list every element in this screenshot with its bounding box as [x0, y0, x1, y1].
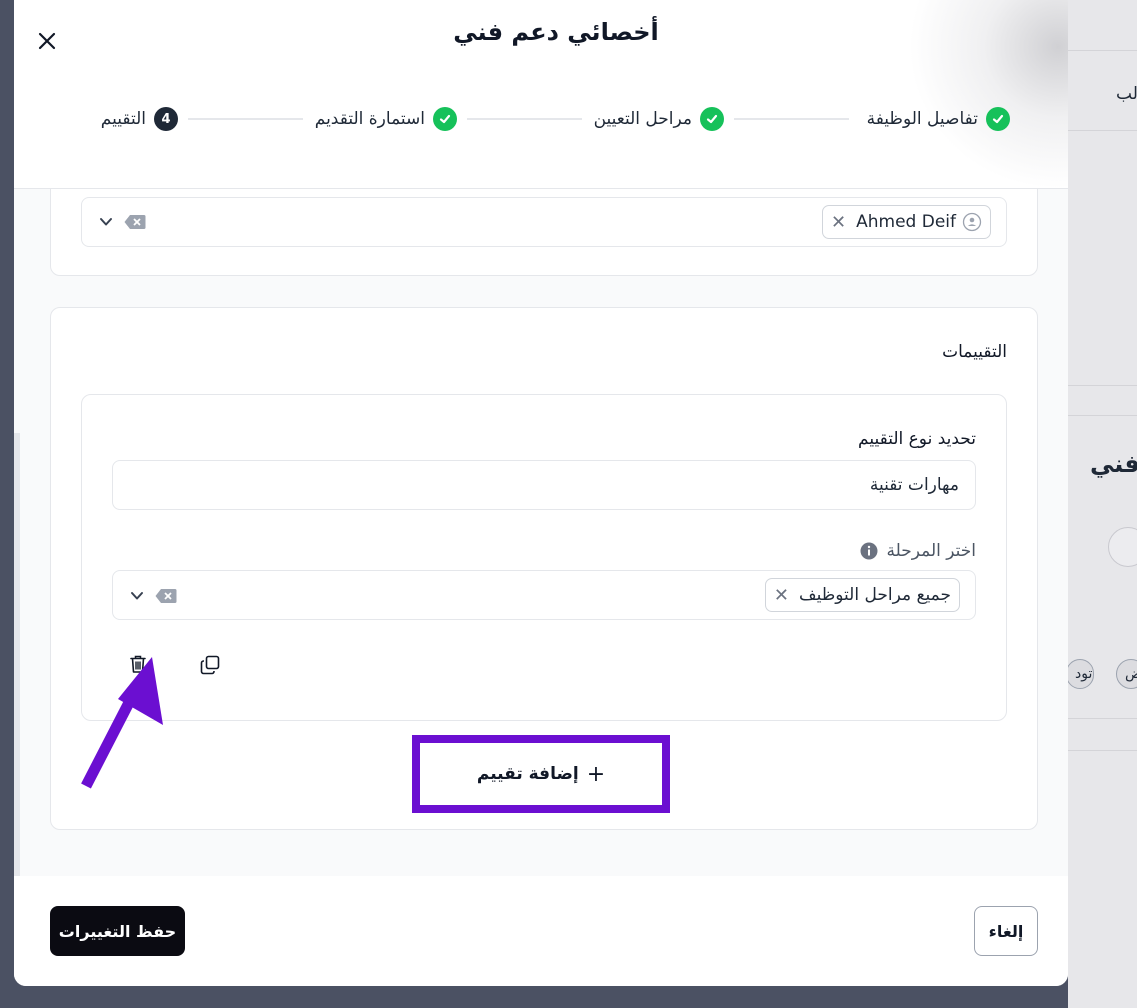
interviewers-card: Ahmed Deif ✕: [50, 189, 1038, 276]
user-icon: [962, 212, 982, 232]
selected-user-chip: Ahmed Deif ✕: [822, 205, 991, 239]
divider: [1068, 718, 1137, 719]
assessment-item: تحديد نوع التقييم مهارات تقنية اختر المر…: [81, 394, 1007, 721]
assessment-type-input[interactable]: مهارات تقنية: [112, 460, 976, 510]
add-assessment-label: إضافة تقييم: [476, 764, 579, 784]
background-text: لب: [1116, 84, 1137, 104]
step-label: التقييم: [100, 109, 146, 129]
chevron-down-icon[interactable]: [129, 589, 145, 603]
step-connector: [734, 118, 849, 120]
check-icon: [986, 107, 1010, 131]
modal-header: أخصائي دعم فني تفاصيل الوظيفة مراحل التع…: [14, 0, 1068, 190]
background-title: فني: [1090, 450, 1137, 478]
scrollbar[interactable]: [14, 433, 20, 876]
duplicate-icon[interactable]: [200, 655, 220, 675]
assessment-type-label: تحديد نوع التقييم: [858, 429, 976, 449]
step-connector: [467, 118, 582, 120]
stage-select[interactable]: جميع مراحل التوظيف ✕: [112, 570, 976, 620]
step-job-details[interactable]: تفاصيل الوظيفة: [867, 106, 1010, 132]
stepper: تفاصيل الوظيفة مراحل التعيين استمارة الت…: [14, 106, 1068, 132]
job-modal: أخصائي دعم فني تفاصيل الوظيفة مراحل التع…: [14, 0, 1068, 986]
background-pill: تود: [1066, 659, 1094, 689]
stage-label: اختر المرحلة: [886, 541, 976, 561]
modal-title: أخصائي دعم فني: [453, 18, 659, 46]
modal-body: Ahmed Deif ✕ التقييمات تحديد نوع التقييم…: [14, 189, 1068, 876]
remove-chip-icon[interactable]: ✕: [774, 585, 789, 606]
divider: [1068, 750, 1137, 751]
step-application-form[interactable]: استمارة التقديم: [315, 106, 457, 132]
divider: [1068, 130, 1137, 131]
stage-label-row: اختر المرحلة: [860, 541, 976, 561]
save-changes-button[interactable]: حفظ التغييرات: [50, 906, 185, 956]
background-pill: رض: [1116, 659, 1137, 689]
step-number: 4: [154, 107, 178, 131]
step-assessment[interactable]: 4 التقييم: [101, 106, 178, 132]
divider: [1068, 50, 1137, 51]
background-page: لب فني رض تود: [1066, 0, 1137, 1008]
modal-footer: حفظ التغييرات إلغاء: [14, 876, 1068, 986]
plus-icon: +: [586, 761, 606, 787]
chip-label: Ahmed Deif: [856, 212, 956, 232]
clear-icon[interactable]: [124, 214, 146, 230]
selected-stage-chip: جميع مراحل التوظيف ✕: [764, 578, 960, 612]
check-icon: [700, 107, 724, 131]
clear-icon[interactable]: [155, 588, 177, 604]
interviewer-select[interactable]: Ahmed Deif ✕: [81, 197, 1007, 247]
chevron-down-icon[interactable]: [98, 215, 114, 229]
annotation-arrow: [81, 657, 163, 789]
step-label: استمارة التقديم: [314, 109, 425, 129]
step-connector: [188, 118, 303, 120]
avatar: [1108, 527, 1137, 567]
chip-label: جميع مراحل التوظيف: [799, 585, 951, 605]
check-icon: [433, 107, 457, 131]
section-title: التقييمات: [942, 342, 1007, 362]
step-label: تفاصيل الوظيفة: [866, 109, 978, 129]
divider: [1068, 415, 1137, 416]
cancel-button[interactable]: إلغاء: [974, 906, 1038, 956]
add-assessment-button[interactable]: + إضافة تقييم: [412, 735, 670, 813]
step-label: مراحل التعيين: [593, 109, 692, 129]
divider: [1068, 385, 1137, 386]
info-icon[interactable]: [860, 542, 878, 560]
step-hiring-stages[interactable]: مراحل التعيين: [594, 106, 724, 132]
remove-chip-icon[interactable]: ✕: [831, 212, 846, 233]
